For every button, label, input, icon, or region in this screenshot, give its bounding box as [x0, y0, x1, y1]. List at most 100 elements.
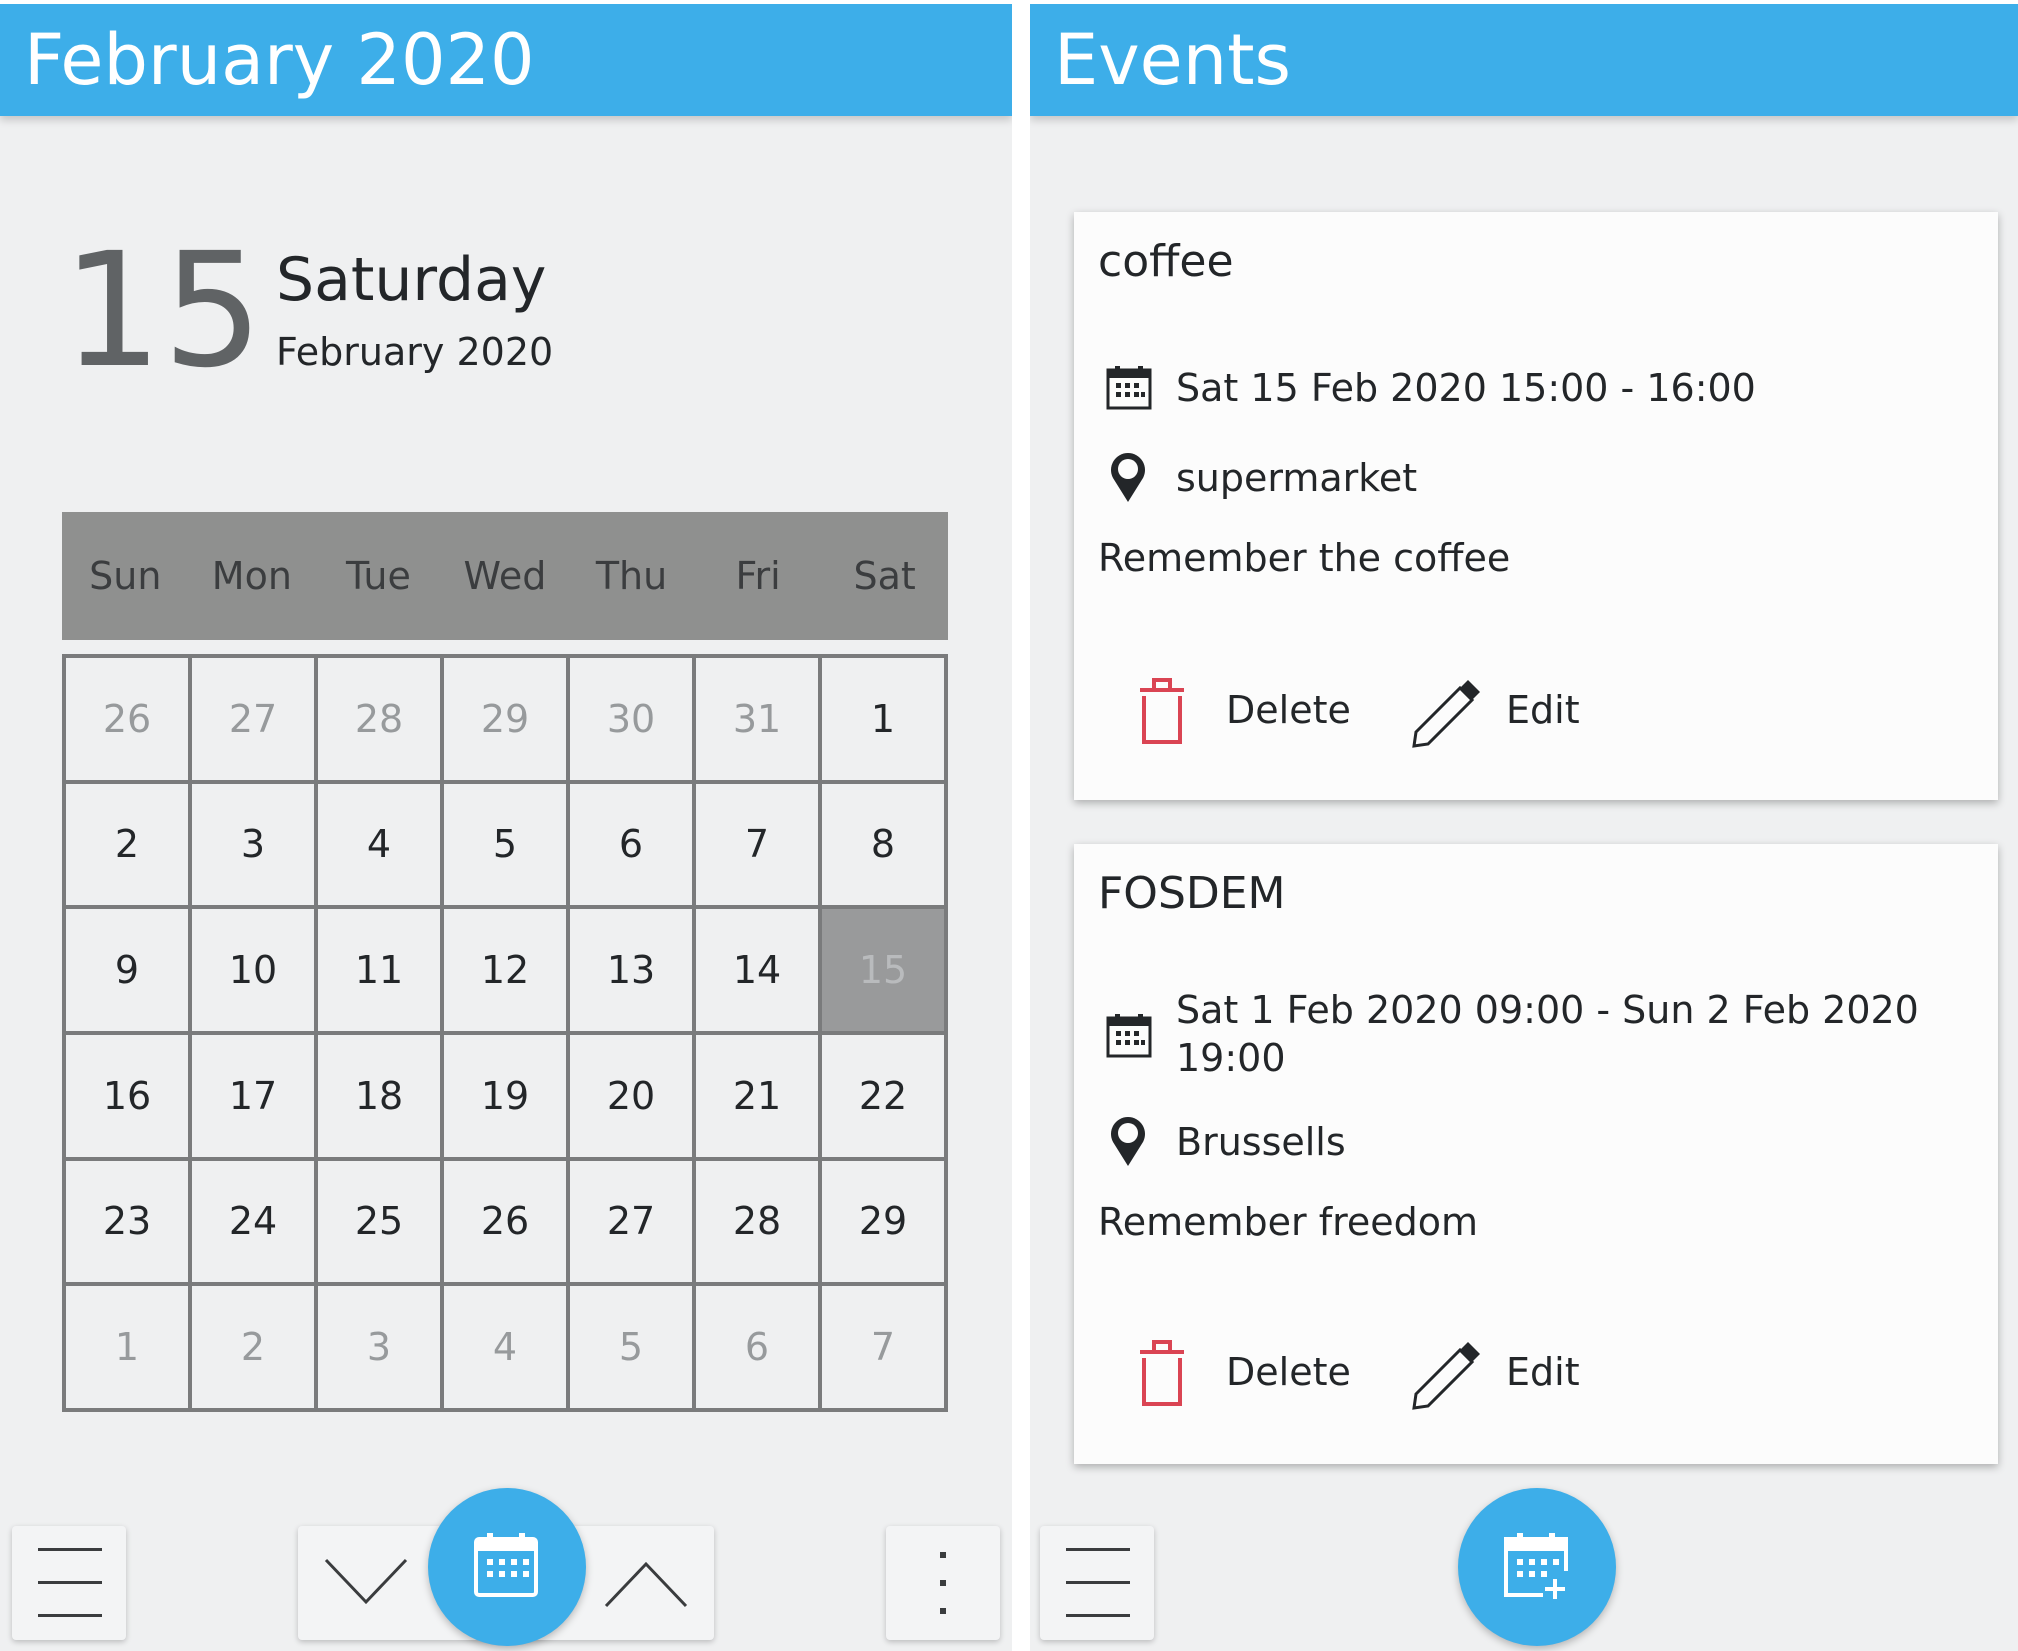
day-cell[interactable]: 9	[64, 907, 190, 1033]
day-cell[interactable]: 21	[694, 1032, 820, 1159]
weekday-label: Fri	[735, 554, 781, 598]
day-cell[interactable]: 19	[442, 1032, 568, 1159]
event-location: Brussells	[1176, 1120, 1346, 1164]
calendar-icon	[1106, 1014, 1152, 1058]
month-title: February 2020	[24, 19, 535, 101]
event-title: coffee	[1098, 236, 1234, 287]
day-cell[interactable]: 3	[190, 781, 316, 908]
edit-label: Edit	[1506, 688, 1580, 732]
day-cell[interactable]: 28	[316, 656, 442, 782]
map-pin-icon	[1111, 453, 1145, 502]
weekday-header: Sun Mon Tue Wed Thu Fri Sat	[62, 512, 948, 640]
day-cell[interactable]: 29	[820, 1158, 946, 1285]
day-cell[interactable]: 24	[190, 1158, 316, 1285]
selected-day-month: February 2020	[276, 330, 554, 374]
day-cell[interactable]: 31	[694, 656, 820, 782]
calendar-icon	[1106, 366, 1152, 410]
weekday-label: Sat	[853, 554, 916, 598]
event-card[interactable]: coffee Sat 15 Feb 2020 15:00 - 16:00 sup…	[1074, 212, 1998, 800]
delete-button[interactable]: Delete	[1114, 1334, 1351, 1414]
day-cell[interactable]: 2	[190, 1284, 316, 1410]
day-cell[interactable]: 8	[820, 781, 946, 908]
hamburger-icon	[12, 1526, 126, 1640]
weekday-label: Wed	[463, 554, 547, 598]
more-options-button[interactable]	[886, 1526, 1000, 1640]
day-cell[interactable]: 30	[568, 656, 694, 782]
day-cell[interactable]: 5	[442, 781, 568, 908]
trash-icon	[1140, 678, 1184, 744]
chevron-up-icon	[604, 1561, 688, 1608]
delete-label: Delete	[1226, 688, 1351, 732]
pencil-icon	[1412, 680, 1480, 748]
event-time-line: Sat 1 Feb 2020 09:00 - Sun 2 Feb 2020	[1176, 988, 1919, 1032]
day-cell[interactable]: 26	[442, 1158, 568, 1285]
weekday-label: Sun	[89, 554, 162, 598]
day-cell[interactable]: 11	[316, 907, 442, 1033]
event-time-line: 19:00	[1176, 1036, 1286, 1080]
day-cell[interactable]: 5	[568, 1284, 694, 1410]
calendar-panel: February 2020 15 Saturday February 2020 …	[0, 4, 1012, 1651]
event-description: Remember freedom	[1098, 1200, 1478, 1244]
delete-button[interactable]: Delete	[1114, 672, 1351, 752]
day-cell[interactable]: 7	[820, 1284, 946, 1410]
day-cell[interactable]: 22	[820, 1032, 946, 1159]
previous-month-button[interactable]	[298, 1526, 438, 1640]
calendar-header: February 2020	[0, 4, 1012, 116]
day-cell[interactable]: 23	[64, 1158, 190, 1285]
weekday-label: Thu	[595, 554, 668, 598]
event-time: Sat 1 Feb 2020 09:00 - Sun 2 Feb 2020 19…	[1176, 986, 1958, 1082]
day-cell[interactable]: 28	[694, 1158, 820, 1285]
event-time: Sat 15 Feb 2020 15:00 - 16:00	[1176, 366, 1756, 410]
events-header: Events	[1030, 4, 2018, 116]
month-grid: 26 27 28 29 30 31 1 2 3 4 5 6 7 8 9 10 11 12 13 14 15 16 17 18 1…	[62, 654, 948, 1412]
add-event-button[interactable]	[1458, 1488, 1616, 1646]
day-cell[interactable]: 16	[64, 1032, 190, 1159]
day-cell[interactable]: 20	[568, 1032, 694, 1159]
events-title: Events	[1054, 19, 1292, 101]
day-cell[interactable]: 18	[316, 1032, 442, 1159]
events-panel: Events coffee Sat 15 Feb 2020 15:00 - 16…	[1030, 4, 2018, 1651]
day-cell[interactable]: 10	[190, 907, 316, 1033]
event-title: FOSDEM	[1098, 868, 1286, 919]
pencil-icon	[1412, 1342, 1480, 1410]
day-cell[interactable]: 17	[190, 1032, 316, 1159]
edit-label: Edit	[1506, 1350, 1580, 1394]
hamburger-icon	[1040, 1526, 1154, 1640]
day-cell[interactable]: 2	[64, 781, 190, 908]
delete-label: Delete	[1226, 1350, 1351, 1394]
today-button[interactable]	[428, 1488, 586, 1646]
day-cell[interactable]: 7	[694, 781, 820, 908]
day-cell[interactable]: 1	[820, 656, 946, 782]
calendar-add-icon	[1504, 1533, 1568, 1599]
day-cell[interactable]: 27	[568, 1158, 694, 1285]
day-cell[interactable]: 6	[568, 781, 694, 908]
menu-button[interactable]	[1040, 1526, 1154, 1640]
day-cell[interactable]: 12	[442, 907, 568, 1033]
weekday-label: Tue	[345, 554, 411, 598]
edit-button[interactable]: Edit	[1404, 672, 1604, 752]
edit-button[interactable]: Edit	[1404, 1334, 1604, 1414]
selected-day-name: Saturday	[276, 245, 547, 315]
map-pin-icon	[1111, 1117, 1145, 1166]
event-location: supermarket	[1176, 456, 1418, 500]
event-card[interactable]: FOSDEM Sat 1 Feb 2020 09:00 - Sun 2 Feb …	[1074, 844, 1998, 1464]
day-cell[interactable]: 4	[442, 1284, 568, 1410]
menu-button[interactable]	[12, 1526, 126, 1640]
next-month-button[interactable]	[574, 1526, 714, 1640]
kebab-icon	[940, 1552, 946, 1614]
day-cell-selected[interactable]: 15	[820, 907, 946, 1033]
weekday-label: Mon	[211, 554, 292, 598]
day-cell[interactable]: 29	[442, 656, 568, 782]
day-cell[interactable]: 14	[694, 907, 820, 1033]
trash-icon	[1140, 1340, 1184, 1406]
day-cell[interactable]: 13	[568, 907, 694, 1033]
day-cell[interactable]: 26	[64, 656, 190, 782]
day-cell[interactable]: 3	[316, 1284, 442, 1410]
chevron-down-icon	[324, 1558, 408, 1605]
day-cell[interactable]: 4	[316, 781, 442, 908]
day-cell[interactable]: 6	[694, 1284, 820, 1410]
day-cell[interactable]: 27	[190, 656, 316, 782]
day-cell[interactable]: 1	[64, 1284, 190, 1410]
calendar-icon	[474, 1533, 538, 1597]
day-cell[interactable]: 25	[316, 1158, 442, 1285]
